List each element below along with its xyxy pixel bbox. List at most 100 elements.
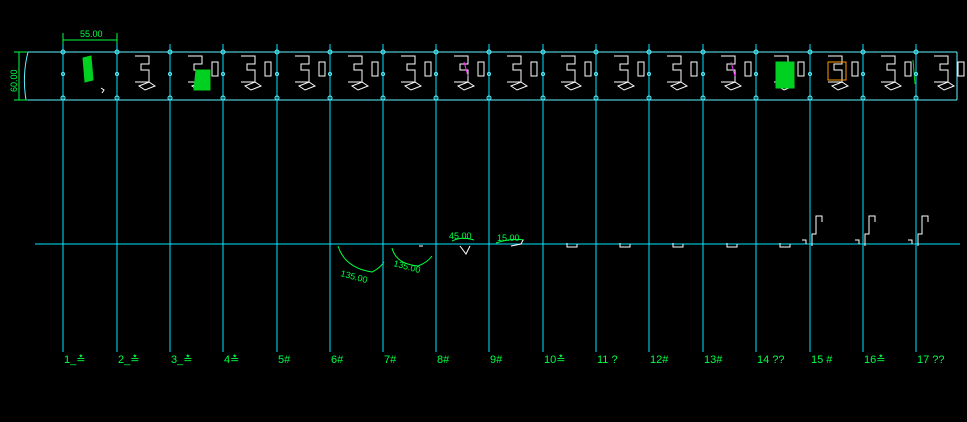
profile-pilot	[100, 87, 105, 94]
station-15: 15 #	[802, 44, 859, 366]
section-profile	[811, 215, 823, 246]
station-label: 6#	[331, 354, 344, 366]
station-label: 4≛	[224, 353, 239, 366]
profile-outline	[881, 55, 896, 83]
profile-blank	[82, 55, 94, 83]
station-13: 13#	[700, 44, 752, 366]
station-5: 5#	[274, 44, 326, 366]
angle-b-value: 135.00	[392, 258, 421, 275]
profile-side	[851, 61, 859, 77]
profile-side	[264, 61, 272, 77]
profile-detail	[243, 81, 263, 91]
angle-c-value: 45.00	[449, 231, 472, 241]
station-8: 8#	[433, 44, 485, 366]
station-label: 14 ??	[757, 354, 785, 366]
profile-outline	[135, 55, 150, 83]
strip-height-value: 60.00	[9, 69, 19, 92]
angle-d-value: 15.00	[497, 233, 520, 243]
station-16: 16≛	[855, 44, 916, 366]
profile-side	[477, 61, 485, 77]
cad-drawing-canvas[interactable]: 55.00 60.00 135.00 135.00 45.00 15.00 1_…	[0, 0, 967, 422]
station-11: 11 ?	[593, 44, 645, 366]
station-3: 3_≛	[167, 44, 219, 366]
profile-detail	[830, 81, 850, 91]
top-width-dimension: 55.00	[62, 29, 118, 52]
station-4: 4≛	[220, 44, 272, 366]
station-label: 2_≛	[118, 353, 139, 366]
station-label: 5#	[278, 354, 291, 366]
angle-annotations: 135.00 135.00 45.00 15.00	[337, 231, 525, 285]
profile-outline	[561, 55, 576, 83]
profile-detail	[883, 81, 903, 91]
profile-outline	[348, 55, 363, 83]
profile-outline	[295, 55, 310, 83]
station-label: 3_≛	[171, 353, 192, 366]
profile-detail	[616, 81, 636, 91]
profile-outline	[828, 55, 843, 83]
profile-side	[690, 61, 698, 77]
station-label: 9#	[490, 354, 503, 366]
station-14: 14 ??	[753, 44, 805, 366]
profile-detail	[936, 81, 956, 91]
profile-side	[637, 61, 645, 77]
station-label: 7#	[384, 354, 397, 366]
profile-detail	[137, 81, 157, 91]
profile-detail	[350, 81, 370, 91]
station-12: 12#	[646, 44, 698, 366]
station-label: 15 #	[811, 354, 833, 366]
profile-outline	[507, 55, 522, 83]
profile-detail	[723, 81, 743, 91]
strip-left-edge	[23, 51, 29, 101]
station-label: 10≛	[544, 353, 565, 366]
section-profile-flange	[802, 239, 807, 244]
station-7: 7#	[380, 44, 432, 366]
profile-side	[530, 61, 538, 77]
profile-side	[584, 61, 592, 77]
station-label: 1_≛	[64, 353, 85, 366]
station-label: 13#	[704, 354, 723, 366]
profile-detail	[403, 81, 423, 91]
profile-outline	[614, 55, 629, 83]
profile-side	[797, 61, 805, 77]
profile-side	[371, 61, 379, 77]
cad-drawing: 55.00 60.00 135.00 135.00 45.00 15.00 1_…	[9, 29, 965, 366]
station-label: 12#	[650, 354, 669, 366]
profile-detail	[563, 81, 583, 91]
station-label: 16≛	[864, 353, 885, 366]
section-profile	[864, 215, 876, 246]
section-profile	[459, 245, 471, 255]
station-17: 17 ??	[908, 44, 965, 366]
profile-side	[424, 61, 432, 77]
profile-side	[957, 61, 965, 77]
stations-layer: 1_≛ 2_≛ 3_≛ 4≛ 5# 6# 7# 8# 9# 10≛ 11 ? 12# 13# 14 ?? 1…	[60, 44, 965, 366]
strip-layout	[23, 51, 958, 101]
profile-side	[744, 61, 752, 77]
profile-side	[211, 61, 219, 77]
profile-detail	[509, 81, 529, 91]
section-profile	[917, 215, 929, 246]
profile-side	[318, 61, 326, 77]
profile-outline	[401, 55, 416, 83]
profile-detail	[456, 81, 476, 91]
profile-detail	[669, 81, 689, 91]
profile-outline	[934, 55, 949, 83]
profile-hatch	[775, 61, 795, 89]
profile-outline	[241, 55, 256, 83]
profile-outline	[667, 55, 682, 83]
profile-detail	[297, 81, 317, 91]
section-profile-flange	[908, 239, 913, 244]
station-9: 9#	[486, 44, 538, 366]
station-6: 6#	[327, 44, 379, 366]
station-10: 10≛	[540, 44, 592, 366]
station-2: 2_≛	[114, 44, 157, 366]
section-profile-flange	[855, 239, 860, 244]
station-label: 8#	[437, 354, 450, 366]
station-1: 1_≛	[60, 44, 105, 366]
profile-hatch	[193, 69, 211, 91]
station-label: 11 ?	[597, 354, 618, 366]
station-label: 17 ??	[917, 354, 945, 366]
profile-orange	[827, 61, 847, 81]
profile-green-bar	[912, 59, 916, 85]
top-width-value: 55.00	[80, 29, 103, 39]
profile-side	[904, 61, 912, 77]
